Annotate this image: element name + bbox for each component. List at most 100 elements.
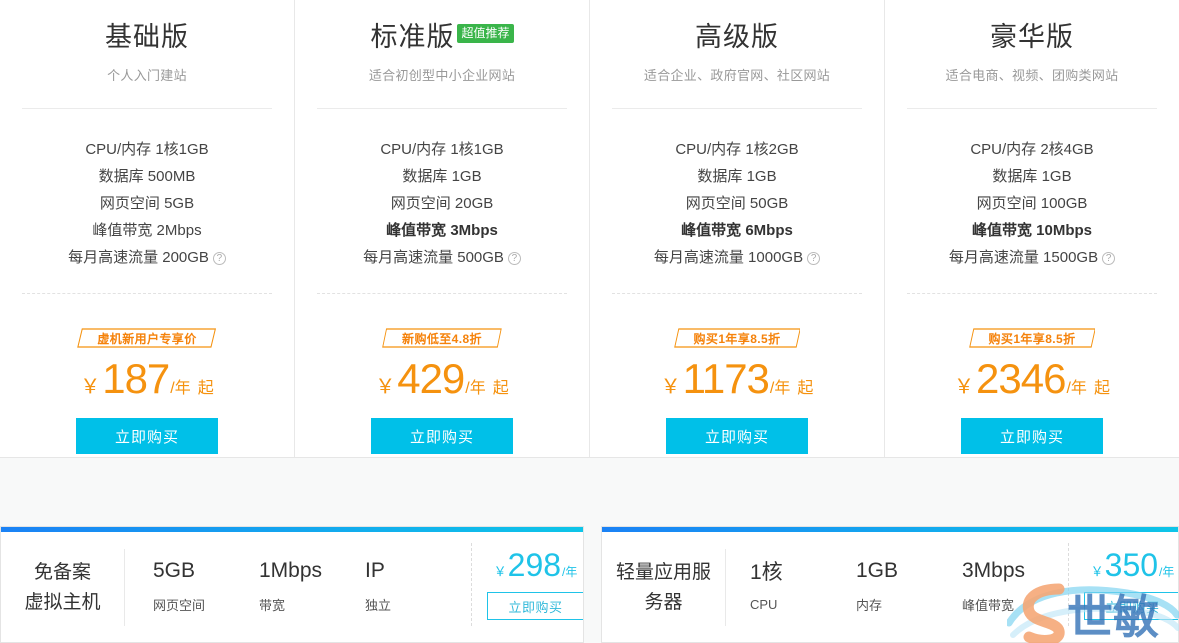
spec-row: CPU/内存 1核1GB	[22, 136, 272, 163]
buy-now-button[interactable]: 立即购买	[371, 418, 513, 454]
spec-text: 峰值带宽 2Mbps	[92, 222, 202, 239]
plan-title: 基础版	[105, 22, 189, 52]
spec-row: CPU/内存 2核4GB	[907, 136, 1157, 163]
panel-price-amount: 350	[1104, 547, 1159, 583]
help-icon[interactable]: ?	[807, 252, 821, 265]
promo-tag: 购买1年享8.5折	[968, 328, 1096, 348]
panel-spec: 5GB 网页空间	[153, 556, 227, 614]
panel-title: 轻量应用服 务器	[602, 549, 726, 626]
plan-card-standard[interactable]: 标准版 超值推荐 适合初创型中小企业网站 CPU/内存 1核1GB 数据库 1G…	[294, 0, 589, 457]
price-suffix: 起	[797, 380, 814, 397]
price-amount: 1173	[682, 355, 770, 402]
promo-tag: 虚机新用户专享价	[77, 328, 217, 348]
plan-subtitle: 适合初创型中小企业网站	[368, 68, 516, 83]
buy-now-button[interactable]: 立即购买	[76, 418, 218, 454]
price-row: ￥ 429 /年 起	[375, 358, 509, 400]
panel-price-row: ￥ 350 /年	[1091, 549, 1175, 581]
mini-panel-virtual-host[interactable]: 免备案 虚拟主机 5GB 网页空间 1Mbps 带宽 IP 独立 ￥ 298 /…	[0, 526, 584, 643]
spec-text: CPU/内存 1核1GB	[380, 141, 504, 158]
buy-now-button[interactable]: 立即购买	[666, 418, 808, 454]
spec-row: 峰值带宽 2Mbps	[22, 217, 272, 244]
panel-spec: 3Mbps 峰值带宽	[962, 556, 1036, 614]
currency-symbol: ￥	[954, 376, 975, 398]
spec-text: 峰值带宽 6Mbps	[681, 222, 793, 239]
spec-row: 数据库 1GB	[317, 163, 567, 190]
promo-tag: 购买1年享8.5折	[673, 328, 801, 348]
price-unit: /年	[170, 380, 191, 397]
plan-subtitle: 个人入门建站	[107, 68, 187, 83]
panel-price-unit: /年	[562, 565, 578, 579]
panel-spec-label: CPU	[750, 596, 778, 612]
price-row: ￥ 1173 /年 起	[661, 358, 814, 400]
plan-card-deluxe[interactable]: 豪华版 适合电商、视频、团购类网站 CPU/内存 2核4GB 数据库 1GB 网…	[884, 0, 1179, 457]
panel-spec-value: 1Mbps	[259, 558, 323, 582]
spec-text: 数据库 1GB	[402, 168, 482, 185]
plan-spec-list: CPU/内存 2核4GB 数据库 1GB 网页空间 100GB 峰值带宽 10M…	[907, 136, 1157, 271]
spec-row: 网页空间 5GB	[22, 190, 272, 217]
promo-tag-text: 购买1年享8.5折	[693, 331, 781, 346]
spec-text: 数据库 500MB	[98, 168, 196, 185]
panel-title-line1: 轻量应用服	[615, 561, 711, 583]
plan-header: 高级版	[612, 18, 862, 58]
spec-row: CPU/内存 1核2GB	[612, 136, 862, 163]
panel-spec-label: 网页空间	[153, 597, 206, 613]
spec-row: 数据库 1GB	[612, 163, 862, 190]
panel-spec-list: 5GB 网页空间 1Mbps 带宽 IP 独立	[125, 527, 471, 642]
currency-symbol: ￥	[660, 376, 681, 398]
spec-row: 网页空间 100GB	[907, 190, 1157, 217]
currency-symbol: ￥	[1090, 564, 1104, 579]
spec-row: 每月高速流量 1000GB?	[612, 244, 862, 271]
spec-row: 每月高速流量 1500GB?	[907, 244, 1157, 271]
panel-spec-value: 1GB	[856, 558, 899, 582]
currency-symbol: ￥	[80, 376, 101, 398]
panel-spec-label: 峰值带宽	[962, 597, 1015, 613]
header-divider	[317, 108, 567, 109]
spec-text: 每月高速流量 500GB	[363, 249, 504, 266]
spec-row: 网页空间 20GB	[317, 190, 567, 217]
spec-text: 每月高速流量 1000GB	[653, 249, 804, 266]
spec-text: 每月高速流量 200GB	[68, 249, 209, 266]
promo-tag: 新购低至4.8折	[382, 328, 502, 348]
currency-symbol: ￥	[375, 376, 396, 398]
spec-text: 数据库 1GB	[992, 168, 1072, 185]
spec-text: 网页空间 20GB	[390, 195, 494, 212]
plan-spec-list: CPU/内存 1核1GB 数据库 1GB 网页空间 20GB 峰值带宽 3Mbp…	[317, 136, 567, 271]
panel-spec-list: 1核 CPU 1GB 内存 3Mbps 峰值带宽	[726, 527, 1068, 642]
spec-divider	[907, 293, 1157, 294]
spec-row: 每月高速流量 500GB?	[317, 244, 567, 271]
spec-text: 峰值带宽 10Mbps	[971, 222, 1092, 239]
panel-spec-value: 3Mbps	[962, 558, 1026, 582]
plan-card-advanced[interactable]: 高级版 适合企业、政府官网、社区网站 CPU/内存 1核2GB 数据库 1GB …	[589, 0, 884, 457]
plan-title: 标准版	[370, 22, 455, 52]
header-divider	[22, 108, 272, 109]
plan-card-basic[interactable]: 基础版 个人入门建站 CPU/内存 1核1GB 数据库 500MB 网页空间 5…	[0, 0, 294, 457]
panel-price-block: ￥ 298 /年 立即购买	[471, 543, 583, 626]
panel-spec-value: 5GB	[153, 558, 196, 582]
help-icon[interactable]: ?	[507, 252, 521, 265]
buy-now-button[interactable]: 立即购买	[961, 418, 1103, 454]
buy-now-button[interactable]: 立即购买	[1083, 592, 1178, 620]
panel-spec: IP 独立	[365, 556, 439, 614]
buy-now-button[interactable]: 立即购买	[486, 592, 583, 620]
price-suffix: 起	[197, 380, 214, 397]
mini-panel-lighthouse[interactable]: 轻量应用服 务器 1核 CPU 1GB 内存 3Mbps 峰值带宽 ￥ 350 …	[601, 526, 1179, 643]
spec-text: 网页空间 5GB	[99, 195, 195, 212]
price-suffix: 起	[492, 380, 509, 397]
spec-divider	[22, 293, 272, 294]
currency-symbol: ￥	[493, 564, 507, 579]
spec-divider	[317, 293, 567, 294]
plan-title: 高级版	[695, 22, 779, 52]
promo-tag-text: 新购低至4.8折	[402, 331, 482, 346]
price-suffix: 起	[1093, 380, 1110, 397]
spec-text: 网页空间 100GB	[976, 195, 1088, 212]
price-amount: 2346	[976, 355, 1066, 402]
panel-spec-value: IP	[365, 558, 385, 582]
price-amount: 187	[102, 355, 170, 402]
plan-spec-list: CPU/内存 1核2GB 数据库 1GB 网页空间 50GB 峰值带宽 6Mbp…	[612, 136, 862, 271]
panel-title-line1: 免备案	[33, 561, 91, 583]
help-icon[interactable]: ?	[1102, 252, 1116, 265]
panel-spec: 1GB 内存	[856, 556, 930, 614]
panel-accent-bar	[602, 527, 1178, 532]
help-icon[interactable]: ?	[212, 252, 226, 265]
spec-text: CPU/内存 1核2GB	[675, 141, 799, 158]
